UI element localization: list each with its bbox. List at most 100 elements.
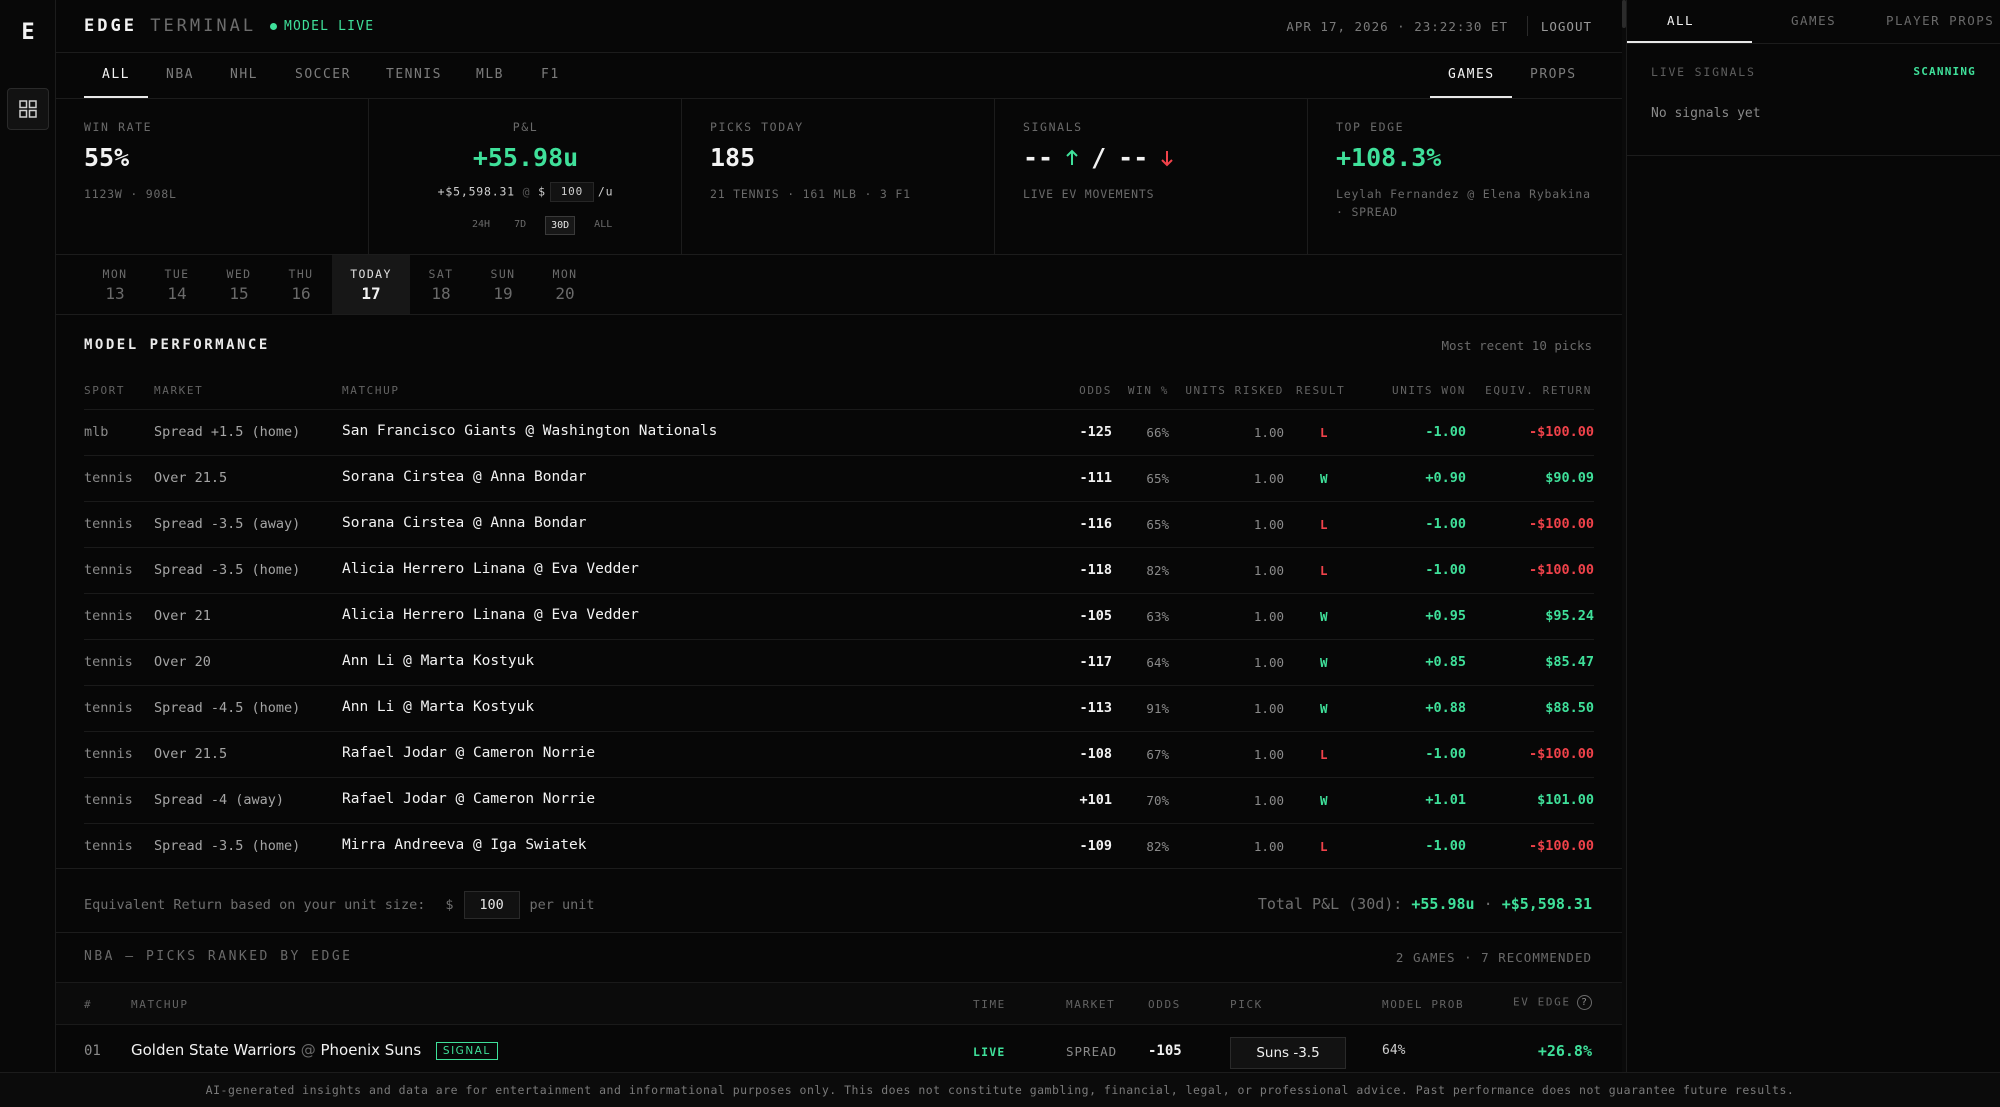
row-win-pct: 65% [1146,471,1169,486]
pick-matchup: Golden State Warriors @ Phoenix Suns SIG… [131,1041,498,1060]
dashboard-nav-button[interactable] [7,88,49,130]
active-signal-tab-indicator [1627,41,1752,43]
picks-today-label: PICKS TODAY [710,120,804,134]
table-row[interactable]: tennis Spread -4 (away) Rafael Jodar @ Cam… [84,777,1594,823]
tab-soccer[interactable]: SOCCER [295,67,351,82]
top-edge-value: +108.3% [1336,143,1442,172]
col-equiv-return: EQUIV. RETURN [1485,384,1592,397]
tab-props[interactable]: PROPS [1530,67,1577,82]
range-all[interactable]: ALL [589,216,617,235]
model-performance-section: MODEL PERFORMANCE Most recent 10 picks S… [56,315,1622,933]
table-row[interactable]: tennis Over 21 Alicia Herrero Linana @ Eva… [84,593,1594,639]
nba-picks-section: NBA — PICKS RANKED BY EDGE 2 GAMES · 7 R… [56,933,1622,1072]
row-odds: -118 [1079,562,1112,578]
logout-button[interactable]: LOGOUT [1541,19,1592,34]
model-status: MODEL LIVE [270,19,374,34]
day-date: 17 [361,284,381,303]
total-pnl: Total P&L (30d): +55.98u · +$5,598.31 [1258,895,1592,913]
tab-nhl[interactable]: NHL [230,67,258,82]
row-sport: tennis [84,700,133,716]
tab-signals-games[interactable]: GAMES [1791,13,1836,28]
row-market: Spread -3.5 (away) [154,516,301,532]
col-matchup: MATCHUP [131,998,189,1011]
tab-games[interactable]: GAMES [1448,67,1495,82]
col-odds: ODDS [1079,384,1112,397]
signals-slash: / [1091,143,1107,172]
tab-f1[interactable]: F1 [541,67,560,82]
tab-signals-all[interactable]: ALL [1667,13,1694,28]
row-market: Spread -3.5 (home) [154,838,301,854]
row-matchup: San Francisco Giants @ Washington Nation… [342,423,718,439]
signals-card: SIGNALS -- / -- LIVE EV MOVEMENTS [995,99,1308,255]
tab-tennis[interactable]: TENNIS [386,67,442,82]
day-mon-13[interactable]: MON 13 [84,255,146,314]
col-time: TIME [973,998,1006,1011]
col-rank: # [84,998,93,1011]
row-result: L [1320,425,1328,440]
row-units-won: +0.95 [1425,608,1466,624]
at-sign: @ [522,184,531,199]
live-signals-panel: ALL GAMES PLAYER PROPS LIVE SIGNALS SCAN… [1626,0,2000,1072]
row-odds: -113 [1079,700,1112,716]
day-wed-15[interactable]: WED 15 [208,255,270,314]
row-matchup: Rafael Jodar @ Cameron Norrie [342,745,596,761]
unit-size-input[interactable]: 100 [463,891,520,919]
day-name: WED [226,267,252,281]
row-market: Spread -3.5 (home) [154,562,301,578]
day-today-17[interactable]: TODAY 17 [332,255,410,314]
day-sun-19[interactable]: SUN 19 [472,255,534,314]
row-market: Spread -4.5 (home) [154,700,301,716]
day-sat-18[interactable]: SAT 18 [410,255,472,314]
row-sport: tennis [84,746,133,762]
day-date: 13 [105,284,125,303]
pnl-label: P&L [512,120,539,134]
row-win-pct: 82% [1146,563,1169,578]
row-units-won: +1.01 [1425,792,1466,808]
row-units-won: -1.00 [1425,516,1466,532]
unit-size-control: Equivalent Return based on your unit siz… [84,891,595,919]
range-24h[interactable]: 24H [467,216,495,235]
table-row[interactable]: mlb Spread +1.5 (home) San Francisco Giant… [84,409,1594,455]
top-edge-card: TOP EDGE +108.3% Leylah Fernandez @ Elen… [1308,99,1622,255]
empty-signals-message: No signals yet [1651,106,1761,121]
nba-table-header: # MATCHUP TIME MARKET ODDS PICK MODEL PR… [56,982,1622,1025]
day-date: 15 [229,284,249,303]
row-result: L [1320,517,1328,532]
row-result: L [1320,563,1328,578]
row-units-won: -1.00 [1425,746,1466,762]
unit-size-input[interactable]: 100 [549,182,594,202]
tab-mlb[interactable]: MLB [476,67,504,82]
signal-badge: SIGNAL [435,1042,498,1060]
pick-odds: -105 [1148,1043,1182,1059]
tab-signals-player-props[interactable]: PLAYER PROPS [1886,13,1994,28]
day-thu-16[interactable]: THU 16 [270,255,332,314]
day-date: 20 [555,284,575,303]
picks-breakdown: 21 TENNIS · 161 MLB · 3 F1 [710,187,911,201]
pick-ev-edge: +26.8% [1537,1042,1592,1060]
help-icon[interactable]: ? [1576,995,1592,1010]
table-row[interactable]: tennis Spread -3.5 (away) Sorana Cirstea @… [84,501,1594,547]
row-result: L [1320,747,1328,762]
nba-pick-row[interactable]: 01 Golden State Warriors @ Phoenix Suns … [56,1025,1622,1072]
day-mon-20[interactable]: MON 20 [534,255,596,314]
day-name: TODAY [350,267,392,281]
row-equiv-return: -$100.00 [1528,838,1594,854]
table-row[interactable]: tennis Spread -3.5 (home) Alicia Herrero L… [84,547,1594,593]
table-row[interactable]: tennis Over 21.5 Rafael Jodar @ Cameron No… [84,731,1594,777]
table-row[interactable]: tennis Spread -4.5 (home) Ann Li @ Marta K… [84,685,1594,731]
table-row[interactable]: tennis Over 21.5 Sorana Cirstea @ Anna Bon… [84,455,1594,501]
current-datetime: APR 17, 2026 · 23:22:30 ET [1286,19,1508,34]
range-30d[interactable]: 30D [545,216,576,235]
section-note: Most recent 10 picks [1441,338,1592,353]
equiv-return-label: Equivalent Return based on your unit siz… [84,897,426,913]
row-odds: -125 [1079,424,1112,440]
row-market: Over 20 [154,654,211,670]
day-name: THU [288,267,314,281]
tab-nba[interactable]: NBA [166,67,194,82]
table-row[interactable]: tennis Over 20 Ann Li @ Marta Kostyuk -117 6… [84,639,1594,685]
day-tue-14[interactable]: TUE 14 [146,255,208,314]
table-row[interactable]: tennis Spread -3.5 (home) Mirra Andreeva @… [84,823,1594,869]
tab-all[interactable]: ALL [102,67,130,82]
pick-button[interactable]: Suns -3.5 [1230,1037,1346,1069]
range-7d[interactable]: 7D [509,216,531,235]
